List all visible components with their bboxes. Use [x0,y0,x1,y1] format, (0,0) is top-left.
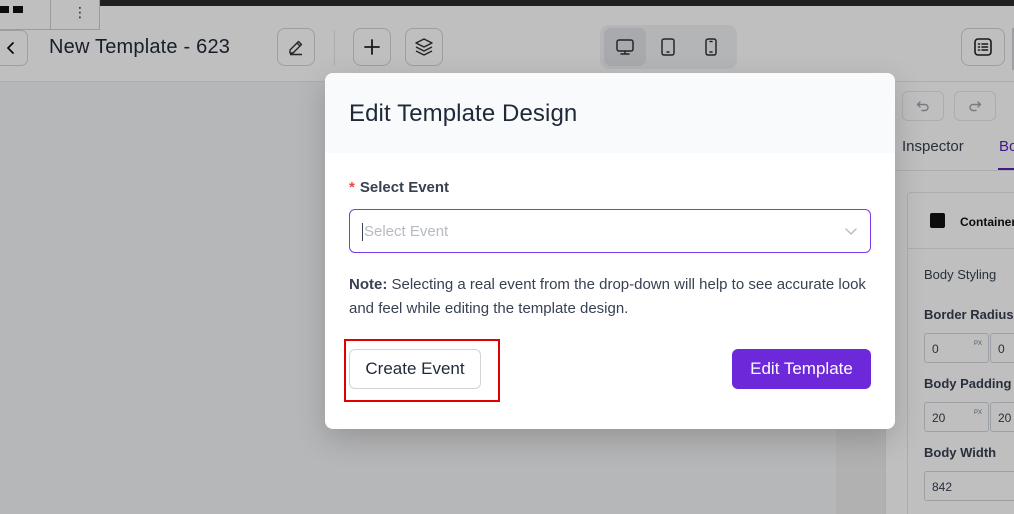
event-select-placeholder: Select Event [364,223,449,240]
dialog-title: Edit Template Design [349,100,578,127]
select-event-label: * Select Event [349,179,450,196]
edit-template-button[interactable]: Edit Template [732,349,871,389]
text-caret [362,223,363,241]
dialog-note: Note: Selecting a real event from the dr… [349,276,866,317]
required-marker: * [349,179,355,196]
dialog-header: Edit Template Design [325,73,895,153]
chevron-down-icon [845,228,857,235]
event-select[interactable]: Select Event [349,209,871,253]
highlight-box [344,339,500,402]
